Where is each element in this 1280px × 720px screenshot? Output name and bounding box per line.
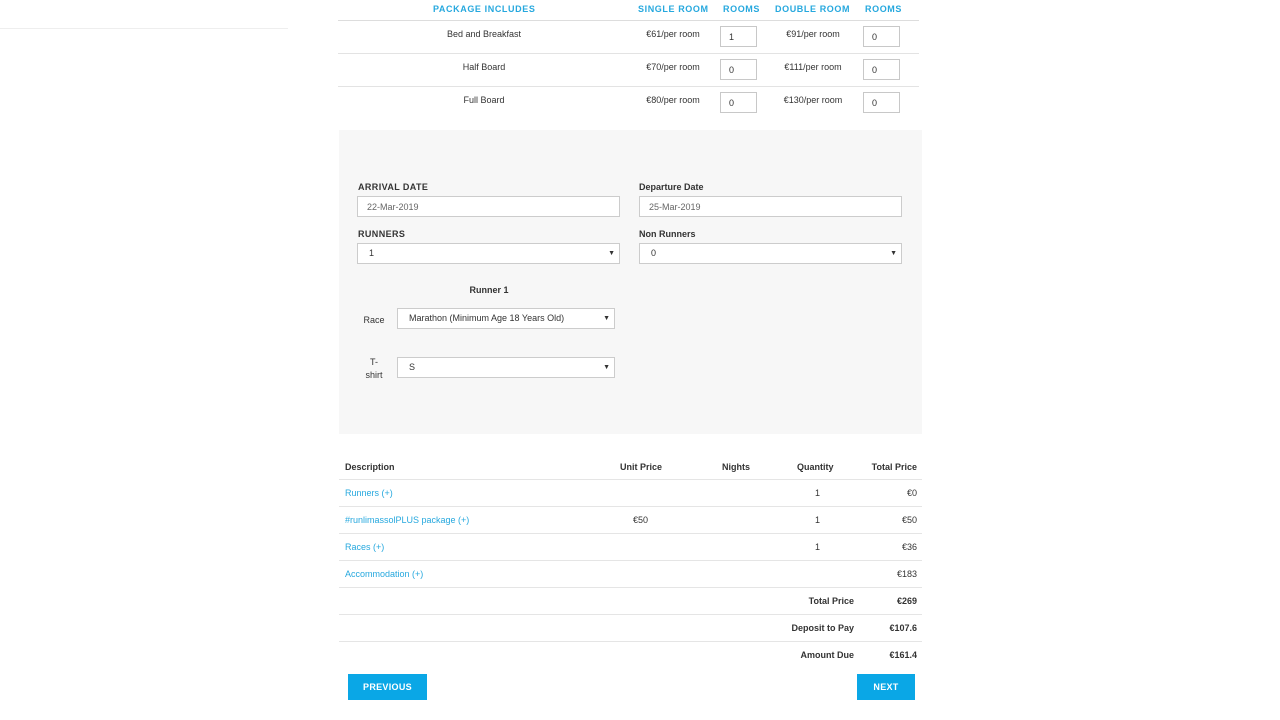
header-quantity: Quantity	[797, 462, 834, 472]
package-expand-link[interactable]: #runlimassolPLUS package (+)	[345, 515, 469, 525]
runners-expand-link[interactable]: Runners (+)	[345, 488, 393, 498]
total-price-row: Total Price €269	[339, 588, 922, 615]
race-select[interactable]: Marathon (Minimum Age 18 Years Old) ▼	[397, 308, 615, 329]
deposit-label: Deposit to Pay	[791, 623, 854, 633]
tshirt-select-value: S	[409, 362, 416, 372]
package-name: Full Board	[463, 95, 505, 105]
total-cell: €50	[901, 515, 917, 525]
departure-date-label: Departure Date	[639, 182, 704, 192]
double-rooms-input[interactable]	[863, 59, 900, 80]
table-row: Accommodation (+) €183	[339, 561, 922, 588]
double-room-price: €130/per room	[783, 95, 843, 105]
table-row: Races (+) 1 €36	[339, 534, 922, 561]
amount-due-value: €161.4	[889, 650, 917, 660]
non-runners-select-value: 0	[651, 248, 657, 258]
tshirt-label: T- shirt	[359, 356, 389, 382]
total-price-label: Total Price	[808, 596, 854, 606]
unit-price-cell: €50	[633, 515, 649, 525]
races-expand-link[interactable]: Races (+)	[345, 542, 384, 552]
amount-due-label: Amount Due	[800, 650, 855, 660]
package-name: Half Board	[462, 62, 506, 72]
total-cell: €0	[906, 488, 917, 498]
single-rooms-input[interactable]	[720, 59, 757, 80]
table-row: #runlimassolPLUS package (+) €50 1 €50	[339, 507, 922, 534]
chevron-down-icon: ▼	[603, 315, 610, 322]
booking-details-panel: ARRIVAL DATE Departure Date RUNNERS 1 ▼ …	[339, 130, 922, 434]
deposit-value: €107.6	[889, 623, 917, 633]
single-rooms-input[interactable]	[720, 92, 757, 113]
header-package-includes: PACKAGE INCLUDES	[433, 4, 536, 14]
header-total-price: Total Price	[871, 462, 917, 472]
total-cell: €183	[896, 569, 917, 579]
quantity-cell: 1	[815, 542, 821, 552]
chevron-down-icon: ▼	[608, 250, 615, 257]
deposit-row: Deposit to Pay €107.6	[339, 615, 922, 642]
header-double-room: DOUBLE ROOM	[775, 4, 851, 14]
race-select-value: Marathon (Minimum Age 18 Years Old)	[409, 313, 565, 323]
runners-select-value: 1	[369, 248, 375, 258]
non-runners-label: Non Runners	[639, 229, 696, 239]
package-name: Bed and Breakfast	[446, 29, 522, 39]
package-row: Bed and Breakfast €61/per room €91/per r…	[338, 21, 919, 54]
total-cell: €36	[901, 542, 917, 552]
amount-due-row: Amount Due €161.4	[339, 642, 922, 668]
package-row: Full Board €80/per room €130/per room	[338, 87, 919, 119]
runners-select[interactable]: 1 ▼	[357, 243, 620, 264]
quantity-cell: 1	[815, 488, 821, 498]
total-price-value: €269	[896, 596, 917, 606]
header-rooms-single: ROOMS	[723, 4, 761, 14]
price-summary-table: Description Unit Price Nights Quantity T…	[339, 454, 922, 668]
header-nights: Nights	[722, 462, 750, 472]
left-divider	[0, 28, 288, 29]
non-runners-select[interactable]: 0 ▼	[639, 243, 902, 264]
tshirt-select[interactable]: S ▼	[397, 357, 615, 378]
quantity-cell: 1	[815, 515, 821, 525]
single-rooms-input[interactable]	[720, 26, 757, 47]
tshirt-label-line-1: T-	[370, 357, 378, 367]
header-rooms-double: ROOMS	[865, 4, 903, 14]
runners-label: RUNNERS	[358, 229, 406, 239]
double-rooms-input[interactable]	[863, 26, 900, 47]
next-button[interactable]: NEXT	[857, 674, 915, 700]
table-row: Runners (+) 1 €0	[339, 480, 922, 507]
chevron-down-icon: ▼	[890, 250, 897, 257]
runner-title: Runner 1	[469, 285, 509, 295]
package-table: PACKAGE INCLUDES SINGLE ROOM ROOMS DOUBL…	[338, 0, 919, 119]
single-room-price: €61/per room	[646, 29, 700, 39]
package-row: Half Board €70/per room €111/per room	[338, 54, 919, 87]
header-unit-price: Unit Price	[620, 462, 663, 472]
single-room-price: €80/per room	[646, 95, 700, 105]
chevron-down-icon: ▼	[603, 364, 610, 371]
double-room-price: €91/per room	[786, 29, 840, 39]
arrival-date-label: ARRIVAL DATE	[358, 182, 429, 192]
double-room-price: €111/per room	[784, 62, 842, 72]
double-rooms-input[interactable]	[863, 92, 900, 113]
summary-header: Description Unit Price Nights Quantity T…	[339, 454, 922, 480]
departure-date-input[interactable]	[639, 196, 902, 217]
package-table-header: PACKAGE INCLUDES SINGLE ROOM ROOMS DOUBL…	[338, 0, 919, 21]
header-description: Description	[345, 462, 395, 472]
previous-button[interactable]: PREVIOUS	[348, 674, 427, 700]
header-single-room: SINGLE ROOM	[638, 4, 709, 14]
tshirt-label-line-2: shirt	[365, 370, 383, 380]
single-room-price: €70/per room	[646, 62, 700, 72]
arrival-date-input[interactable]	[357, 196, 620, 217]
race-label: Race	[363, 315, 385, 325]
accommodation-expand-link[interactable]: Accommodation (+)	[345, 569, 423, 579]
